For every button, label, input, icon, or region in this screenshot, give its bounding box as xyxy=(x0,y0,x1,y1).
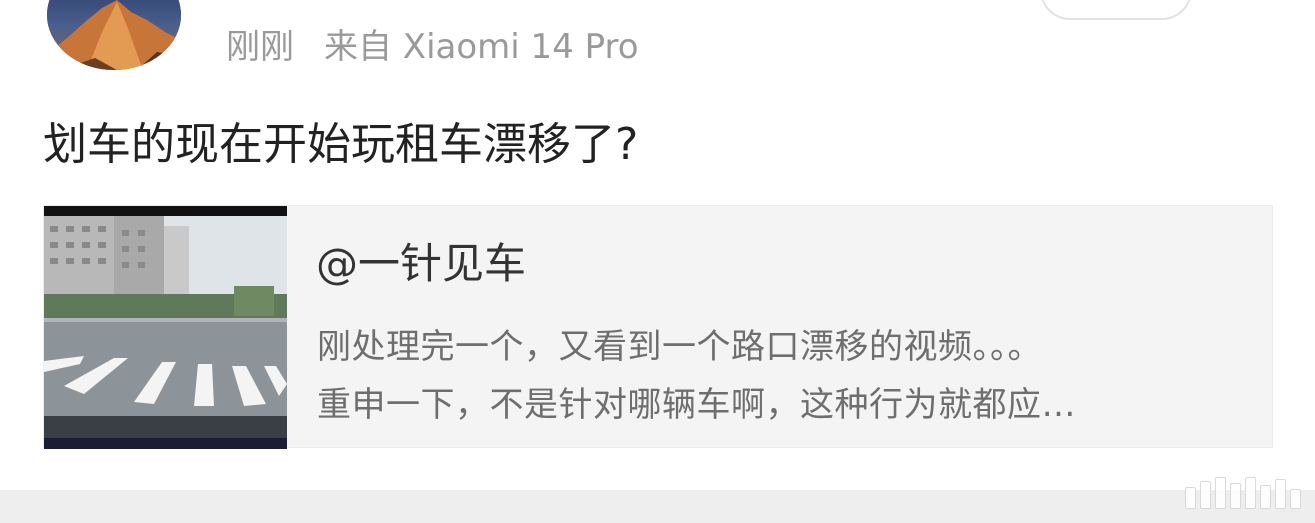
repost-text-line-1: 刚处理完一个，又看到一个路口漂移的视频。。。 xyxy=(317,327,1042,367)
avatar-image xyxy=(47,0,181,70)
follow-button[interactable] xyxy=(1040,0,1192,20)
road-video-thumbnail xyxy=(44,206,287,449)
watermark-icon xyxy=(1185,477,1301,509)
post-text: 划车的现在开始玩租车漂移了? xyxy=(43,119,639,170)
repost-text-line-2: 重申一下，不是针对哪辆车啊，这种行为就都应… xyxy=(317,385,1076,425)
post-time: 刚刚 xyxy=(226,26,294,67)
repost-card[interactable]: @一针见车 刚处理完一个，又看到一个路口漂移的视频。。。 重申一下，不是针对哪辆… xyxy=(43,205,1273,449)
post-source: 来自 Xiaomi 14 Pro xyxy=(324,26,639,67)
repost-thumbnail[interactable] xyxy=(44,206,287,449)
repost-username[interactable]: @一针见车 xyxy=(316,236,526,292)
footer-divider xyxy=(0,490,1315,523)
post-screen: 刚刚 来自 Xiaomi 14 Pro 划车的现在开始玩租车漂移了? @一针见车… xyxy=(0,0,1315,523)
user-avatar[interactable] xyxy=(47,0,181,70)
post-meta: 刚刚 来自 Xiaomi 14 Pro xyxy=(226,20,639,67)
